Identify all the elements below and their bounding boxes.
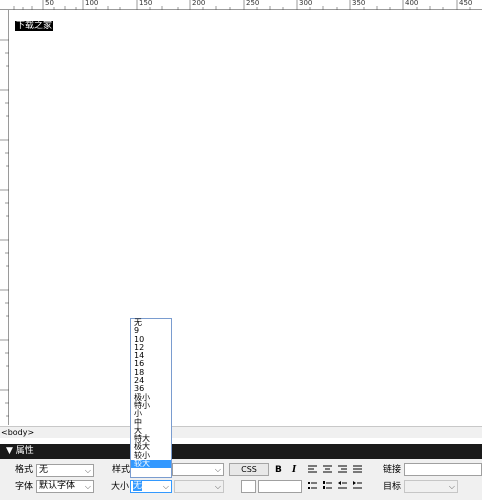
chevron-down-icon: ⌵ [214, 482, 221, 491]
chevron-down-icon: ⌵ [214, 465, 221, 474]
ordered-list-icon[interactable] [323, 481, 333, 491]
outdent-icon[interactable] [338, 481, 348, 491]
ruler-label: 300 [299, 0, 313, 7]
indent-icon[interactable] [353, 481, 363, 491]
vertical-ruler [0, 10, 9, 425]
align-justify-icon[interactable] [353, 465, 363, 475]
font-value: 默认字体 [39, 481, 76, 491]
css-button-label: CSS [241, 465, 257, 474]
chevron-down-icon: ⌵ [84, 482, 91, 491]
format-label: 格式 [15, 465, 34, 475]
color-picker-button[interactable] [241, 480, 256, 493]
collapse-triangle-icon[interactable]: ▼ [6, 446, 13, 456]
horizontal-ruler: 50 100 150 200 250 300 350 400 450 [0, 0, 482, 10]
ruler-label: 200 [192, 0, 206, 7]
size-option-selected[interactable]: 较大 [131, 459, 171, 469]
font-select[interactable]: 默认字体 ⌵ [36, 480, 94, 493]
size-dropdown-list[interactable]: 无 9 10 12 14 16 18 24 36 极小 特小 小 中 大 特大 … [130, 318, 172, 478]
align-left-icon[interactable] [308, 465, 318, 475]
ruler-label: 150 [139, 0, 153, 7]
chevron-down-icon: ⌵ [162, 482, 169, 491]
properties-panel: 格式 无 ⌵ 样式 ⌵ CSS B I 链接 字体 默认字体 ⌵ 大小 无 ⌵ … [0, 459, 482, 500]
vertical-ruler-ticks [0, 39, 9, 417]
ruler-label: 350 [352, 0, 366, 7]
ruler-label: 400 [405, 0, 419, 7]
chevron-down-icon: ⌵ [84, 466, 91, 475]
bold-button[interactable]: B [275, 464, 282, 476]
align-right-icon[interactable] [338, 465, 348, 475]
align-center-icon[interactable] [323, 465, 333, 475]
ruler-label: 50 [45, 0, 54, 7]
size-select[interactable]: 无 ⌵ [130, 480, 172, 493]
target-label: 目标 [383, 482, 402, 492]
link-label: 链接 [383, 465, 402, 475]
ruler-label: 100 [85, 0, 99, 7]
ruler-label: 250 [246, 0, 260, 7]
properties-panel-header[interactable]: ▼ 属性 [0, 444, 482, 459]
italic-button[interactable]: I [292, 464, 296, 476]
font-label: 字体 [15, 482, 34, 492]
chevron-down-icon: ⌵ [448, 482, 455, 491]
format-value: 无 [39, 465, 49, 475]
format-select[interactable]: 无 ⌵ [36, 464, 94, 477]
body-tag[interactable]: <body> [1, 428, 34, 437]
design-canvas[interactable] [9, 10, 482, 425]
size-label: 大小 [111, 482, 130, 492]
size-value: 无 [133, 481, 143, 491]
css-button[interactable]: CSS [229, 463, 269, 476]
style-label: 样式 [112, 465, 131, 475]
color-input[interactable] [258, 480, 302, 493]
unordered-list-icon[interactable] [308, 481, 318, 491]
properties-title: 属性 [15, 446, 34, 456]
link-input[interactable] [404, 463, 482, 476]
tag-selector-bar: <body> [0, 426, 482, 438]
ruler-label: 450 [459, 0, 473, 7]
target-select: ⌵ [404, 480, 458, 493]
style-select[interactable]: ⌵ [172, 463, 224, 476]
size-unit-select: ⌵ [174, 480, 224, 493]
selected-text[interactable]: 下载之家 [15, 21, 54, 31]
